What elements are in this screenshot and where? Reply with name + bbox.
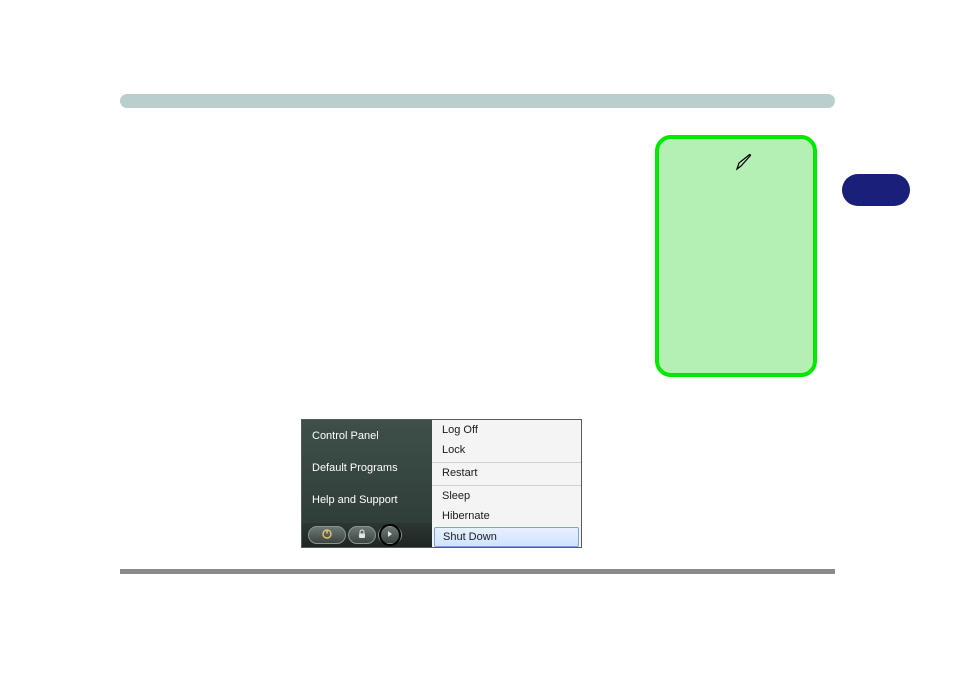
menu-item-label: Help and Support <box>312 494 398 506</box>
help-and-support-item[interactable]: Help and Support <box>302 484 432 516</box>
default-programs-item[interactable]: Default Programs <box>302 452 432 484</box>
start-menu: Control Panel Default Programs Help and … <box>301 419 582 548</box>
shut-down-item[interactable]: Shut Down <box>434 527 579 547</box>
menu-item-label: Shut Down <box>443 531 497 543</box>
lock-icon <box>357 529 367 542</box>
edit-pill-button[interactable] <box>842 174 910 206</box>
arrow-right-icon <box>386 529 394 541</box>
power-icon <box>321 528 333 543</box>
header-bar <box>120 94 835 108</box>
menu-item-label: Default Programs <box>312 462 398 474</box>
shutdown-options-button[interactable] <box>378 526 402 544</box>
menu-item-label: Restart <box>442 467 477 479</box>
lock-button[interactable] <box>348 526 376 544</box>
restart-item[interactable]: Restart <box>432 462 581 483</box>
note-box <box>655 135 817 377</box>
log-off-item[interactable]: Log Off <box>432 420 581 440</box>
menu-item-label: Log Off <box>442 424 478 436</box>
shutdown-options-menu: Log Off Lock Restart Sleep Hibernate Shu… <box>432 420 581 547</box>
footer-bar <box>120 569 835 574</box>
menu-item-label: Control Panel <box>312 430 379 442</box>
hibernate-item[interactable]: Hibernate <box>432 506 581 526</box>
start-menu-left-panel: Control Panel Default Programs Help and … <box>302 420 432 547</box>
pen-icon <box>735 153 753 176</box>
menu-item-label: Lock <box>442 444 465 456</box>
power-button[interactable] <box>308 526 346 544</box>
control-panel-item[interactable]: Control Panel <box>302 420 432 452</box>
menu-item-label: Hibernate <box>442 510 490 522</box>
power-button-row <box>302 523 432 547</box>
menu-item-label: Sleep <box>442 490 470 502</box>
sleep-item[interactable]: Sleep <box>432 485 581 506</box>
lock-item[interactable]: Lock <box>432 440 581 460</box>
